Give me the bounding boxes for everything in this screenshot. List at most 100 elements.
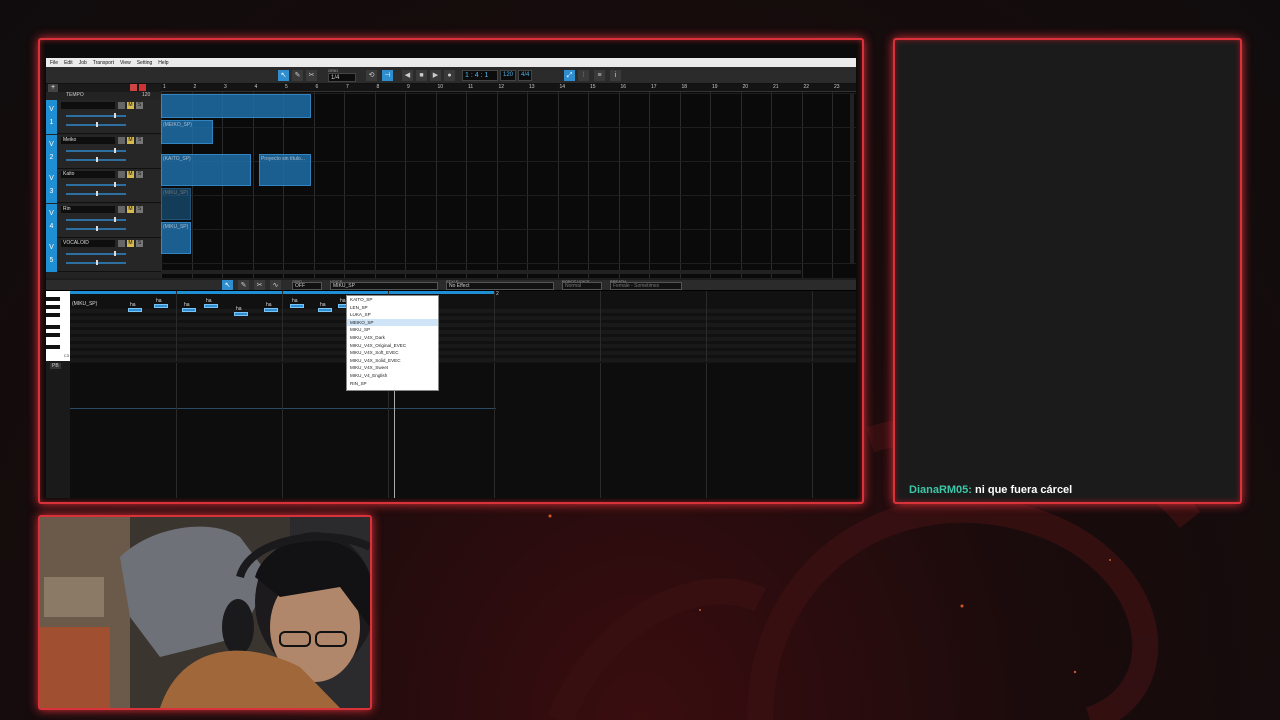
track-name[interactable]: Kaito: [61, 171, 115, 178]
stop-icon[interactable]: ■: [416, 70, 427, 81]
note[interactable]: [290, 304, 304, 308]
voice-option[interactable]: MIKU_V4X_Soft_EVEC: [347, 349, 438, 357]
menu-job[interactable]: Job: [79, 60, 87, 66]
info-icon[interactable]: i: [610, 70, 621, 81]
menu-edit[interactable]: Edit: [64, 60, 73, 66]
mixer-icon[interactable]: ⫶: [578, 70, 589, 81]
editor-wave-icon[interactable]: ∿: [270, 280, 281, 290]
master-solo-button[interactable]: [139, 84, 146, 91]
volume-slider[interactable]: [66, 251, 126, 256]
track-record-button[interactable]: [118, 205, 125, 213]
note-grid[interactable]: 2 (MIKU_SP) hahahahahahahahahaha: [70, 291, 856, 362]
voice-option[interactable]: LEN_SP: [347, 304, 438, 312]
track-name[interactable]: Rin: [61, 205, 115, 213]
add-track-icon[interactable]: +: [48, 84, 58, 92]
volume-slider[interactable]: [66, 182, 126, 187]
editor-scissors-icon[interactable]: ✂: [254, 280, 265, 290]
pan-slider[interactable]: [66, 191, 126, 196]
clip-track1[interactable]: [161, 94, 311, 118]
note[interactable]: [264, 308, 278, 312]
clip-track2[interactable]: (MEIKO_SP): [161, 120, 213, 144]
grid-select[interactable]: 1/4: [328, 73, 356, 82]
track-name[interactable]: Meiko: [61, 136, 115, 144]
voice-option[interactable]: MIKU_V4X_Original_EVEC: [347, 342, 438, 350]
track-solo-button[interactable]: S: [136, 240, 143, 247]
menu-setting[interactable]: Setting: [137, 60, 153, 66]
track-row[interactable]: V3 Kaito M S: [46, 169, 161, 203]
vertical-scrollbar[interactable]: [850, 94, 854, 264]
track-record-button[interactable]: [118, 171, 125, 178]
track-name[interactable]: VOCALOID: [61, 240, 115, 247]
pb-selector[interactable]: PB: [50, 363, 61, 369]
timeline-ruler[interactable]: 1 2 3 4 5 6 7 8 9 10 11 12 13 14 15 16 17 18 19 20 21 22 23: [161, 84, 856, 92]
robot-voice-select[interactable]: Normal: [562, 282, 602, 290]
arrangement-view[interactable]: 1 2 3 4 5 6 7 8 9 10 11 12 13 14 15 16 17 18 19 20 21 22 23 (M…: [161, 84, 856, 278]
note[interactable]: [204, 304, 218, 308]
track-number[interactable]: V3: [46, 169, 57, 203]
editor-pencil-icon[interactable]: ✎: [238, 280, 249, 290]
note[interactable]: [234, 312, 248, 316]
rewind-icon[interactable]: ◀: [402, 70, 413, 81]
menu-help[interactable]: Help: [158, 60, 168, 66]
voice-option[interactable]: MIKU_V4X_Dark: [347, 334, 438, 342]
editor-pointer-icon[interactable]: ↖: [222, 280, 233, 290]
track-mute-button[interactable]: M: [127, 205, 134, 213]
voice-option[interactable]: MIKU_V4X_Sweet: [347, 364, 438, 372]
play-icon[interactable]: ▶: [430, 70, 441, 81]
pan-slider[interactable]: [66, 260, 126, 265]
style-select[interactable]: No Effect: [446, 282, 554, 290]
note[interactable]: [128, 308, 142, 312]
clip-track3-b[interactable]: Proyecto sin título...: [259, 154, 311, 186]
track-solo-button[interactable]: S: [136, 205, 143, 213]
track-row[interactable]: V2 Meiko M S: [46, 134, 161, 169]
list-icon[interactable]: ≡: [594, 70, 605, 81]
pencil-tool-icon[interactable]: ✎: [292, 70, 303, 81]
editor-grid-select[interactable]: OFF: [292, 282, 322, 290]
track-mute-button[interactable]: M: [127, 136, 134, 144]
voice-option[interactable]: LUKA_SP: [347, 311, 438, 319]
clip-track4[interactable]: (MIKU_SP): [161, 188, 191, 220]
track-solo-button[interactable]: S: [136, 171, 143, 178]
track-name[interactable]: [61, 102, 115, 109]
volume-slider[interactable]: [66, 216, 126, 222]
pointer-tool-icon[interactable]: ↖: [278, 70, 289, 81]
menu-transport[interactable]: Transport: [93, 60, 114, 66]
volume-slider[interactable]: [66, 147, 126, 153]
track-mute-button[interactable]: M: [127, 240, 134, 247]
track-mute-button[interactable]: M: [127, 102, 134, 109]
track-number[interactable]: V1: [46, 100, 57, 134]
note[interactable]: [318, 308, 332, 312]
track-number[interactable]: V5: [46, 238, 57, 272]
clip-track5[interactable]: (MIKU_SP): [161, 222, 191, 254]
horizontal-scrollbar[interactable]: [161, 270, 801, 274]
clip-track3-a[interactable]: (KAITO_SP): [161, 154, 251, 186]
automation-icon[interactable]: ⤢: [564, 70, 575, 81]
pan-slider[interactable]: [66, 122, 126, 127]
voice-option[interactable]: MIKU_V4_English: [347, 372, 438, 380]
voice-option[interactable]: RIN_SP: [347, 380, 438, 388]
pitch-bend-lane[interactable]: [70, 363, 856, 498]
track-record-button[interactable]: [118, 240, 125, 247]
scissors-tool-icon[interactable]: ✂: [306, 70, 317, 81]
track-solo-button[interactable]: S: [136, 136, 143, 144]
track-record-button[interactable]: [118, 136, 125, 144]
voice-option[interactable]: KAITO_SP: [347, 296, 438, 304]
breath-select[interactable]: Female - Sometimes: [610, 282, 682, 290]
loop-icon[interactable]: ⟲: [366, 70, 377, 81]
track-row[interactable]: V5 VOCALOID M S: [46, 238, 161, 272]
track-record-button[interactable]: [118, 102, 125, 109]
track-number[interactable]: V4: [46, 203, 57, 238]
voice-option[interactable]: MIKU_SP: [347, 326, 438, 334]
track-solo-button[interactable]: S: [136, 102, 143, 109]
voice-select[interactable]: MIKU_SP: [330, 282, 438, 290]
master-mute-button[interactable]: [130, 84, 137, 91]
piano-keyboard[interactable]: C3: [46, 291, 70, 361]
pan-slider[interactable]: [66, 225, 126, 231]
track-row[interactable]: V1 M S: [46, 100, 161, 134]
track-number[interactable]: V2: [46, 134, 57, 169]
volume-slider[interactable]: [66, 113, 126, 118]
track-mute-button[interactable]: M: [127, 171, 134, 178]
pan-slider[interactable]: [66, 156, 126, 162]
note[interactable]: [182, 308, 196, 312]
voice-option[interactable]: MEIKO_SP: [347, 318, 438, 327]
